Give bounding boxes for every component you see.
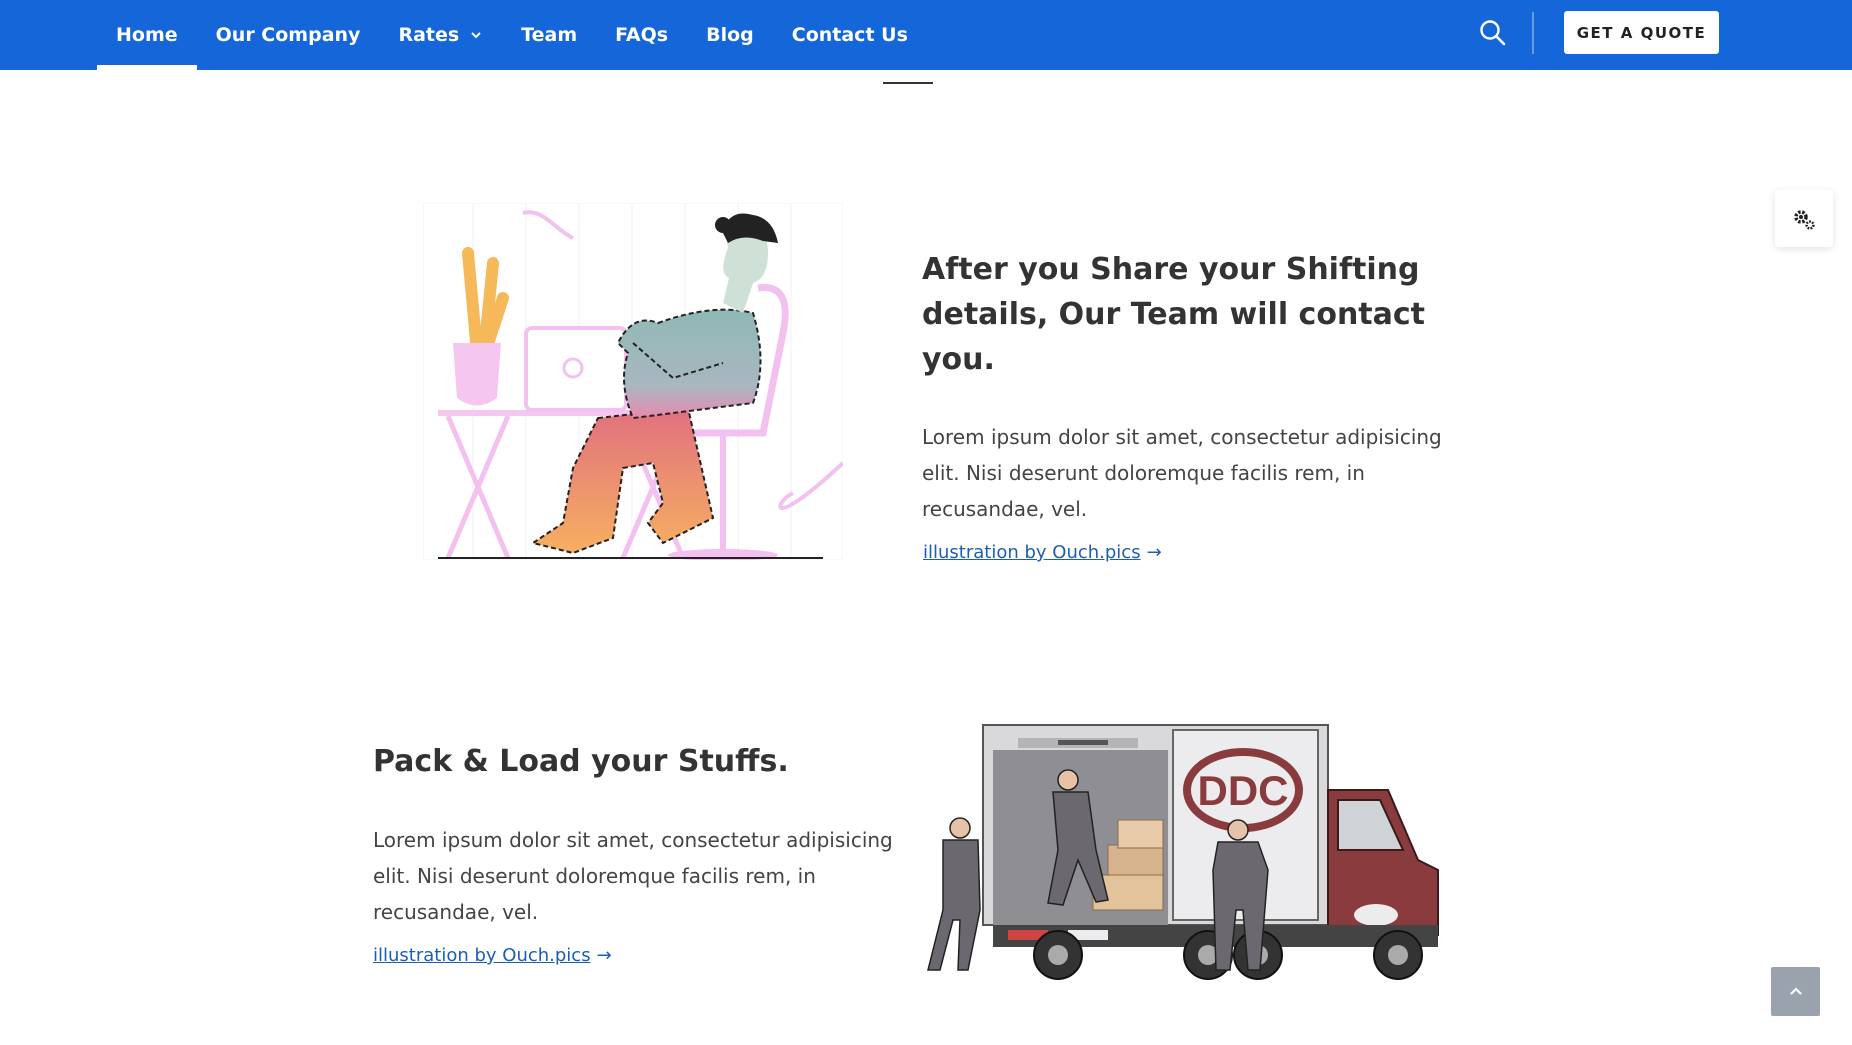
- nav-label: Rates: [398, 24, 460, 46]
- body-line: Lorem ipsum dolor sit amet, consectetur …: [922, 425, 1442, 449]
- section1-body: Lorem ipsum dolor sit amet, consectetur …: [922, 419, 1482, 527]
- get-a-quote-button[interactable]: GET A QUOTE: [1564, 11, 1719, 54]
- body-line: elit. Nisi deserunt doloremque facilis r…: [922, 461, 1365, 485]
- main-navbar: Home Our Company Rates Team FAQs Blog Co…: [0, 0, 1852, 70]
- nav-item-our-company[interactable]: Our Company: [197, 0, 380, 70]
- nav-item-blog[interactable]: Blog: [687, 0, 773, 70]
- section1-heading: After you Share your Shifting details, O…: [922, 247, 1442, 382]
- body-line: Lorem ipsum dolor sit amet, consectetur …: [373, 828, 893, 852]
- chevron-up-icon: [1789, 986, 1802, 995]
- person-laptop-illustration: [423, 203, 843, 560]
- nav-item-rates[interactable]: Rates: [379, 0, 502, 70]
- search-icon[interactable]: [1478, 18, 1508, 48]
- nav-item-contact-us[interactable]: Contact Us: [773, 0, 927, 70]
- body-line: recusandae, vel.: [373, 900, 539, 924]
- gears-icon: [1794, 209, 1815, 230]
- nav-label: Contact Us: [791, 24, 908, 46]
- arrow-right-icon: →: [1146, 542, 1162, 563]
- nav-item-team[interactable]: Team: [502, 0, 596, 70]
- truck-logo-text: DDC: [1198, 767, 1289, 814]
- section2-heading: Pack & Load your Stuffs.: [373, 744, 789, 779]
- body-line: elit. Nisi deserunt doloremque facilis r…: [373, 864, 816, 888]
- nav-label: Blog: [706, 24, 754, 46]
- heading-line: After you Share your Shifting: [922, 252, 1420, 287]
- heading-line: you.: [922, 342, 995, 377]
- body-line: recusandae, vel.: [922, 497, 1088, 521]
- section1-credit-link[interactable]: illustration by Ouch.pics →: [923, 542, 1162, 563]
- chevron-down-icon: [471, 32, 481, 39]
- arrow-right-icon: →: [596, 945, 612, 966]
- nav-item-faqs[interactable]: FAQs: [596, 0, 687, 70]
- credit-label: illustration by Ouch.pics: [923, 542, 1141, 563]
- section2-credit-link[interactable]: illustration by Ouch.pics →: [373, 945, 612, 966]
- nav-label: Home: [116, 24, 178, 46]
- section2-body: Lorem ipsum dolor sit amet, consectetur …: [373, 822, 913, 930]
- nav-label: Team: [521, 24, 578, 46]
- nav-divider: [1532, 12, 1534, 54]
- moving-truck-illustration: DDC: [927, 724, 1439, 980]
- nav-label: Our Company: [215, 24, 361, 46]
- back-to-top-button[interactable]: [1771, 967, 1820, 1016]
- nav-label: FAQs: [615, 24, 669, 46]
- settings-widget[interactable]: [1775, 190, 1833, 247]
- nav-links: Home Our Company Rates Team FAQs Blog Co…: [97, 0, 927, 70]
- section-divider: [883, 82, 933, 84]
- nav-item-home[interactable]: Home: [97, 0, 197, 70]
- credit-label: illustration by Ouch.pics: [373, 945, 591, 966]
- heading-line: details, Our Team will contact: [922, 297, 1426, 332]
